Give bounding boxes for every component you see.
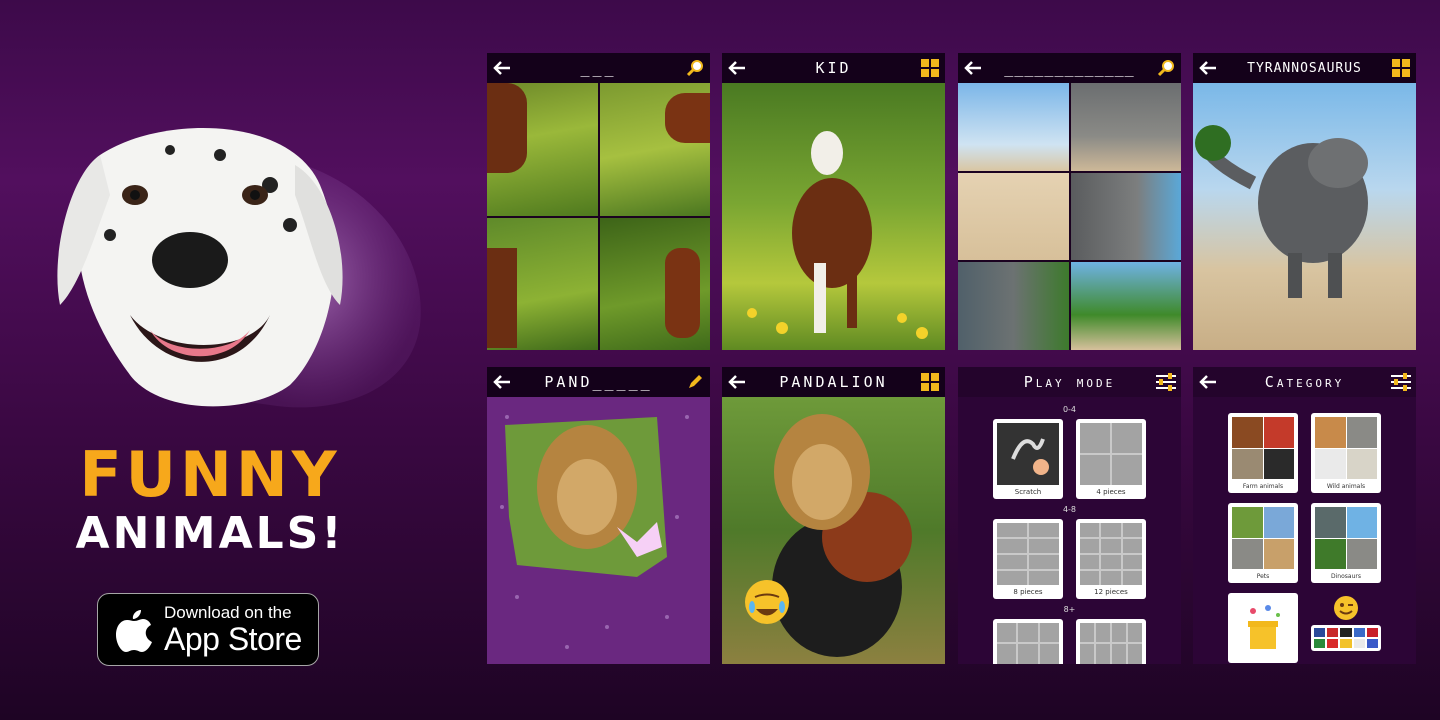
gift-box-icon	[1232, 597, 1294, 659]
mode-20-pieces[interactable]	[1076, 619, 1146, 664]
puzzle-piece[interactable]	[1070, 83, 1181, 171]
screen-title: Category	[1264, 373, 1345, 391]
settings-sliders-icon[interactable]	[1386, 367, 1416, 397]
puzzle-piece[interactable]	[487, 83, 598, 216]
dalmatian-dog-image	[40, 115, 440, 425]
category-label: Pets	[1256, 573, 1270, 580]
age-group-label: 8+	[1063, 605, 1076, 614]
grid-thumb	[997, 523, 1059, 585]
puzzle-piece[interactable]	[1070, 172, 1181, 261]
mode-label: Scratch	[1014, 488, 1042, 496]
screen-kid-solved: KID	[722, 53, 945, 350]
goat-image	[722, 83, 945, 350]
puzzle-piece[interactable]	[487, 217, 598, 350]
back-arrow-icon[interactable]	[958, 53, 988, 83]
mode-16-pieces[interactable]	[993, 619, 1063, 664]
back-arrow-icon[interactable]	[1193, 367, 1223, 397]
category-surprise[interactable]	[1228, 593, 1298, 663]
back-arrow-icon[interactable]	[722, 367, 752, 397]
badge-big-text: App Store	[164, 620, 302, 657]
category-farm[interactable]: Farm animals	[1228, 413, 1298, 493]
grid-icon[interactable]	[915, 53, 945, 83]
category-label: Dinosaurs	[1331, 573, 1361, 580]
mode-label: 12 pieces	[1094, 588, 1128, 596]
puzzle-grid	[487, 83, 710, 350]
grid-icon[interactable]	[1386, 53, 1416, 83]
puzzle-piece[interactable]	[958, 262, 1069, 350]
grid-thumb	[1080, 623, 1142, 664]
category-dinosaurs[interactable]: Dinosaurs	[1311, 503, 1381, 583]
back-arrow-icon[interactable]	[487, 53, 517, 83]
screen-scratch-lion: PAND_____	[487, 367, 710, 664]
puzzle-piece[interactable]	[599, 83, 710, 216]
grid-thumb	[997, 623, 1059, 664]
screen-dino-puzzle: _____________	[958, 53, 1181, 350]
category-thumb	[1232, 417, 1294, 479]
settings-sliders-icon[interactable]	[1151, 367, 1181, 397]
pencil-icon[interactable]	[680, 367, 710, 397]
headline-funny: FUNNY	[79, 438, 341, 511]
category-wild[interactable]: Wild animals	[1311, 413, 1381, 493]
app-store-badge[interactable]: Download on the App Store	[97, 593, 319, 666]
grid-thumb	[1080, 423, 1142, 485]
apple-icon	[114, 607, 154, 653]
pandalion-image	[722, 397, 945, 664]
back-arrow-icon[interactable]	[487, 367, 517, 397]
grid-thumb	[1080, 523, 1142, 585]
back-arrow-icon[interactable]	[1193, 53, 1223, 83]
age-group-label: 0-4	[1062, 405, 1077, 414]
mode-label: 4 pieces	[1096, 488, 1126, 496]
category-thumb	[1315, 507, 1377, 569]
back-arrow-icon[interactable]	[722, 53, 752, 83]
screen-trex-solved: TYRANNOSAURUS	[1193, 53, 1416, 350]
trex-image	[1193, 83, 1416, 350]
screen-title: Play mode	[1023, 373, 1116, 391]
mode-4-pieces[interactable]: 4 pieces	[1076, 419, 1146, 499]
scratch-area[interactable]	[487, 397, 710, 664]
scratch-icon	[997, 423, 1059, 485]
category-thumb	[1232, 507, 1294, 569]
screen-title: _____________	[1004, 59, 1135, 77]
screen-title: PAND_____	[544, 373, 653, 391]
screen-title: PANDALION	[779, 373, 888, 391]
puzzle-piece[interactable]	[958, 83, 1069, 171]
screen-category: Category Farm animals Wild animals Pets …	[1193, 367, 1416, 664]
age-group-label: 4-8	[1062, 505, 1077, 514]
mode-12-pieces[interactable]: 12 pieces	[1076, 519, 1146, 599]
badge-small-text: Download on the	[164, 602, 292, 622]
puzzle-piece[interactable]	[958, 172, 1069, 261]
puzzle-piece[interactable]	[1070, 262, 1181, 350]
screen-goat-puzzle: ___	[487, 53, 710, 350]
puzzle-grid	[958, 83, 1181, 350]
category-pets[interactable]: Pets	[1228, 503, 1298, 583]
wink-emoji-icon	[1333, 595, 1359, 625]
magnifier-icon[interactable]	[1151, 53, 1181, 83]
mode-scratch[interactable]: Scratch	[993, 419, 1063, 499]
language-flags[interactable]	[1311, 625, 1381, 651]
mode-label: 8 pieces	[1013, 588, 1043, 596]
category-label: Wild animals	[1326, 483, 1366, 490]
mode-8-pieces[interactable]: 8 pieces	[993, 519, 1063, 599]
category-label: Farm animals	[1242, 483, 1284, 490]
screen-title: KID	[815, 59, 852, 77]
screen-title: TYRANNOSAURUS	[1247, 60, 1362, 76]
headline-animals: ANIMALS!	[75, 508, 345, 559]
screen-title: ___	[580, 59, 617, 77]
grid-icon[interactable]	[915, 367, 945, 397]
category-thumb	[1315, 417, 1377, 479]
puzzle-piece[interactable]	[599, 217, 710, 350]
magnifier-icon[interactable]	[680, 53, 710, 83]
screen-pandalion: PANDALION	[722, 367, 945, 664]
screen-play-mode: Play mode 0-4 Scratch 4 pieces 4-8 8 pie…	[958, 367, 1181, 664]
